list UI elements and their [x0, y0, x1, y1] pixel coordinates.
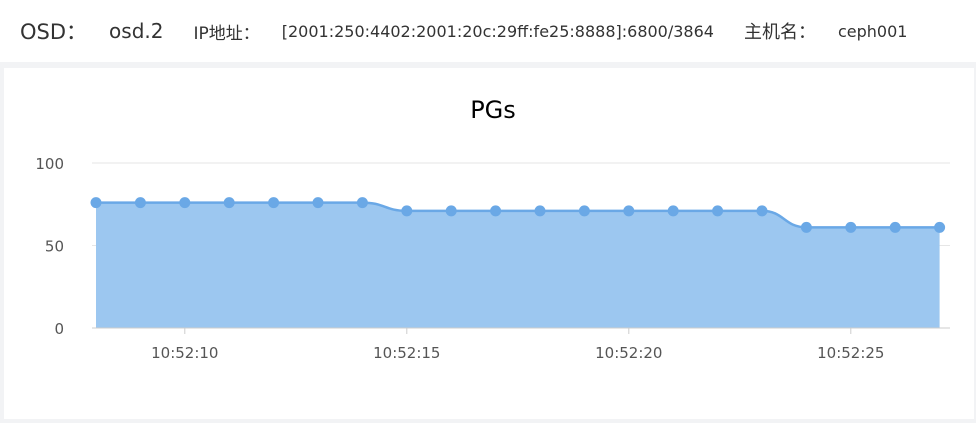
ip-label: IP地址： [193, 23, 260, 44]
data-point[interactable] [490, 205, 502, 217]
data-point[interactable] [667, 205, 679, 217]
chart-title: PGs [470, 96, 516, 124]
x-tick-label: 10:52:20 [595, 344, 662, 362]
data-point[interactable] [623, 205, 635, 217]
pgs-chart: PGs 050100 10:52:10 10:52:15 10:52:20 10:52… [35, 96, 950, 362]
data-point[interactable] [312, 197, 324, 209]
data-point[interactable] [90, 197, 102, 209]
series-area [92, 201, 950, 329]
x-tick-label: 10:52:15 [373, 344, 440, 362]
osd-value: osd.2 [109, 19, 164, 43]
osd-info-bar: OSD： osd.2 IP地址： [2001:250:4402:2001:20c… [0, 0, 976, 62]
y-tick-label: 100 [35, 155, 64, 173]
y-axis-ticks: 0 50 100 [35, 155, 64, 338]
data-point[interactable] [445, 205, 457, 217]
ip-value: [2001:250:4402:2001:20c:29ff:fe25:8888]:… [281, 21, 714, 41]
data-point[interactable] [179, 197, 191, 209]
data-point[interactable] [800, 221, 812, 233]
data-point[interactable] [756, 205, 768, 217]
x-tick-label: 10:52:10 [151, 344, 218, 362]
data-point[interactable] [534, 205, 546, 217]
hostname-label: 主机名： [743, 22, 816, 43]
hostname-value: ceph001 [837, 21, 908, 41]
data-point[interactable] [934, 221, 946, 233]
x-axis-ticks: 10:52:10 10:52:15 10:52:20 10:52:25 [151, 328, 884, 362]
data-point[interactable] [845, 221, 857, 233]
data-point[interactable] [712, 205, 724, 217]
data-point[interactable] [268, 197, 280, 209]
data-point[interactable] [401, 205, 413, 217]
osd-label: OSD： [20, 20, 88, 44]
data-point[interactable] [223, 197, 235, 209]
y-tick-label: 50 [45, 238, 64, 256]
y-tick-label: 0 [54, 320, 64, 338]
data-point[interactable] [356, 197, 368, 209]
chart-panel: PGs 0 50 100 10:52:10 10:52:15 10:52:20 10:52… [4, 68, 974, 419]
data-point[interactable] [134, 197, 146, 209]
x-tick-label: 10:52:25 [817, 344, 884, 362]
data-point[interactable] [578, 205, 590, 217]
area-fill [96, 202, 940, 328]
data-point[interactable] [889, 221, 901, 233]
